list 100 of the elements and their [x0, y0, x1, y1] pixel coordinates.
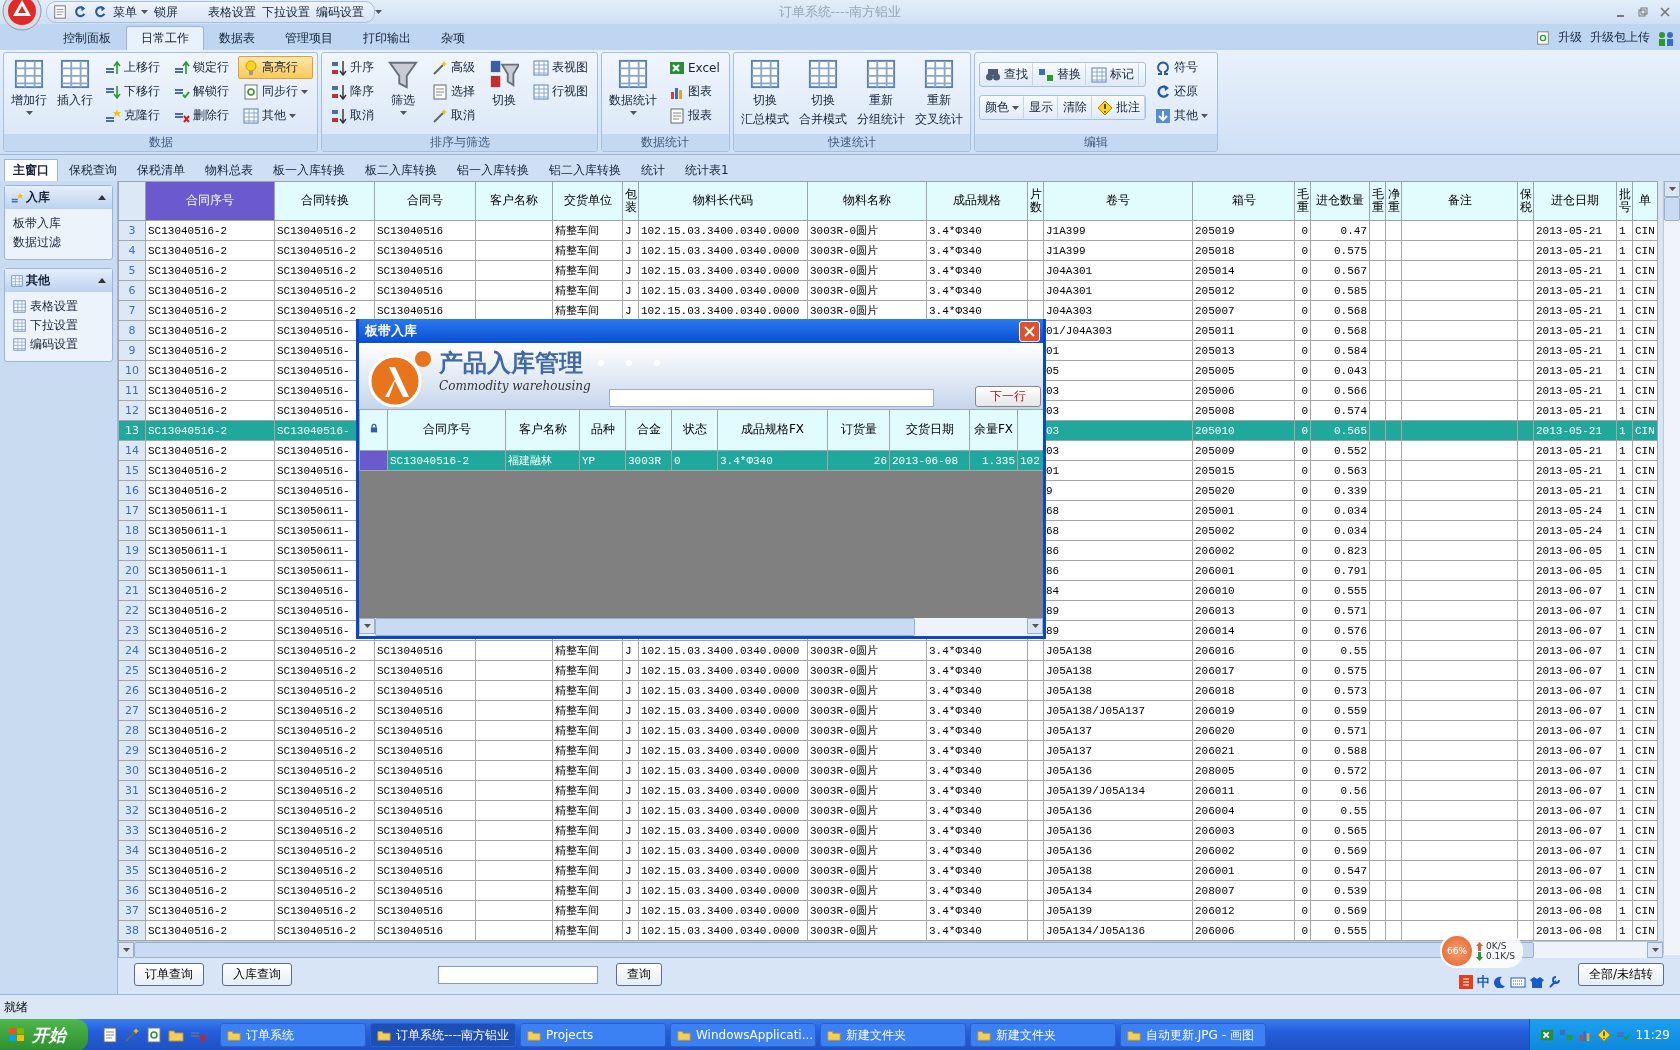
- column-header[interactable]: 客户名称: [505, 409, 580, 451]
- taskbar-button[interactable]: Projects: [520, 1023, 666, 1047]
- row-header[interactable]: [359, 450, 388, 471]
- column-header[interactable]: 物料长代码: [638, 181, 808, 221]
- ribbon-button[interactable]: 批注: [1091, 96, 1145, 119]
- ribbon-button[interactable]: 替换: [1032, 63, 1086, 86]
- ribbon-button[interactable]: 其他: [1149, 104, 1213, 127]
- column-header[interactable]: 进仓数量: [1310, 181, 1370, 221]
- scrollbar-thumb[interactable]: [1664, 197, 1680, 221]
- column-header[interactable]: 箱号: [1192, 181, 1295, 221]
- document-tab[interactable]: 铝二入库转换: [540, 159, 630, 181]
- taskbar-button[interactable]: 自动更新.JPG - 画图: [1120, 1023, 1266, 1047]
- document-tab[interactable]: 板二入库转换: [356, 159, 446, 181]
- column-header[interactable]: 交货日期: [889, 409, 970, 451]
- search-field[interactable]: [438, 965, 598, 984]
- taskbar-button[interactable]: 订单系统: [220, 1023, 366, 1047]
- ribbon-button[interactable]: 增加行: [8, 56, 50, 117]
- column-header[interactable]: 订货量: [827, 409, 890, 451]
- document-tab[interactable]: 物料总表: [196, 159, 262, 181]
- menu-tab[interactable]: 杂项: [426, 26, 480, 50]
- column-header[interactable]: 品种: [579, 409, 626, 451]
- column-header[interactable]: 合金: [625, 409, 672, 451]
- ribbon-button[interactable]: 数据统计: [606, 56, 660, 117]
- document-tab[interactable]: 保税查询: [60, 159, 126, 181]
- column-header[interactable]: 进仓日期: [1533, 181, 1617, 221]
- ribbon-button[interactable]: 删除行: [169, 104, 234, 127]
- ribbon-button[interactable]: 筛选: [383, 56, 423, 117]
- column-header[interactable]: 合同号: [374, 181, 476, 221]
- search-button[interactable]: 查询: [616, 963, 662, 986]
- quick-access-item[interactable]: 菜单: [113, 3, 148, 21]
- collapse-icon[interactable]: [98, 195, 106, 200]
- ribbon-button[interactable]: 清除: [1057, 96, 1092, 119]
- ribbon-button[interactable]: 其他: [238, 104, 313, 127]
- collapse-icon[interactable]: [98, 278, 106, 283]
- ribbon-button[interactable]: 还原: [1149, 80, 1213, 103]
- ribbon-button[interactable]: 克隆行: [100, 104, 165, 127]
- sidebar-item[interactable]: 编码设置: [13, 336, 104, 353]
- close-icon[interactable]: [1660, 7, 1670, 17]
- ribbon-button[interactable]: 降序: [326, 80, 379, 103]
- quick-access-item[interactable]: 表格设置: [208, 3, 256, 21]
- ribbon-button[interactable]: 图表: [664, 80, 725, 103]
- ime-mode[interactable]: 中: [1476, 972, 1490, 991]
- moon-icon[interactable]: [1493, 975, 1506, 988]
- column-header[interactable]: 卷号: [1043, 181, 1193, 221]
- query-button[interactable]: 订单查询: [134, 963, 204, 986]
- column-header[interactable]: 合同序号: [145, 181, 275, 221]
- ribbon-button[interactable]: 取消: [427, 104, 480, 127]
- ribbon-button[interactable]: 同步行: [238, 80, 313, 103]
- ribbon-button[interactable]: 报表: [664, 104, 725, 127]
- quick-access-item[interactable]: 锁屏: [154, 3, 178, 21]
- ribbon-button[interactable]: 解锁行: [169, 80, 234, 103]
- shirt-icon[interactable]: [1529, 975, 1544, 988]
- ribbon-button[interactable]: Excel: [664, 56, 725, 79]
- menu-link[interactable]: 升级: [1558, 29, 1582, 46]
- taskbar-button[interactable]: 新建文件夹: [820, 1023, 966, 1047]
- ribbon-button[interactable]: 重新 分组统计: [853, 56, 908, 130]
- sidebar-item[interactable]: 下拉设置: [13, 317, 104, 334]
- column-header[interactable]: 状态: [671, 409, 718, 451]
- quick-access-item[interactable]: 下拉设置: [262, 3, 310, 21]
- column-header[interactable]: 单: [1632, 181, 1658, 221]
- ribbon-button[interactable]: 标记: [1085, 63, 1139, 86]
- document-tab[interactable]: 统计: [632, 159, 674, 181]
- ribbon-button[interactable]: 显示: [1023, 96, 1058, 119]
- ribbon-button[interactable]: 下移行: [100, 80, 165, 103]
- scrollbar-thumb[interactable]: [134, 942, 1534, 958]
- ribbon-button[interactable]: 行视图: [528, 80, 593, 103]
- document-tab[interactable]: 主窗口: [4, 159, 58, 181]
- column-header[interactable]: 合同转换: [274, 181, 375, 221]
- input-field[interactable]: [609, 389, 934, 407]
- ribbon-button[interactable]: 高级: [427, 56, 480, 79]
- menu-tab[interactable]: 数据表: [204, 26, 270, 50]
- document-tab[interactable]: 保税清单: [128, 159, 194, 181]
- close-button[interactable]: [1019, 320, 1040, 342]
- document-tab[interactable]: 统计表1: [676, 159, 738, 181]
- document-tab[interactable]: 铝一入库转换: [448, 159, 538, 181]
- ribbon-button[interactable]: 符号: [1149, 56, 1213, 79]
- sidebar-item[interactable]: 板带入库: [13, 215, 104, 232]
- ribbon-button[interactable]: 重新 交叉统计: [911, 56, 966, 130]
- ribbon-button[interactable]: 插入行: [54, 56, 96, 111]
- ribbon-button[interactable]: 颜色: [979, 96, 1024, 119]
- ribbon-button[interactable]: 上移行: [100, 56, 165, 79]
- ribbon-button[interactable]: 升序: [326, 56, 379, 79]
- column-header[interactable]: 成品规格FX: [717, 409, 828, 451]
- next-row-button[interactable]: 下一行: [975, 386, 1041, 407]
- column-header[interactable]: 成品规格: [926, 181, 1028, 221]
- ribbon-button[interactable]: 切换 合并模式: [795, 56, 850, 130]
- filter-button[interactable]: 全部/未结转: [1577, 963, 1664, 986]
- taskbar-button[interactable]: 新建文件夹: [970, 1023, 1116, 1047]
- ime-logo-icon[interactable]: [1458, 974, 1473, 989]
- menu-link[interactable]: 升级包上传: [1590, 29, 1650, 46]
- ribbon-button[interactable]: 查找: [979, 63, 1033, 86]
- menu-tab[interactable]: 控制面板: [48, 26, 126, 50]
- column-header[interactable]: 交货单位: [552, 181, 623, 221]
- sidebar-item[interactable]: 表格设置: [13, 298, 104, 315]
- users-icon[interactable]: [1658, 29, 1674, 46]
- ribbon-button[interactable]: 表视图: [528, 56, 593, 79]
- keyboard-icon[interactable]: [1509, 975, 1526, 988]
- menu-tab[interactable]: 打印输出: [348, 26, 426, 50]
- restore-icon[interactable]: [1638, 7, 1648, 17]
- ribbon-button[interactable]: 高亮行: [238, 56, 313, 79]
